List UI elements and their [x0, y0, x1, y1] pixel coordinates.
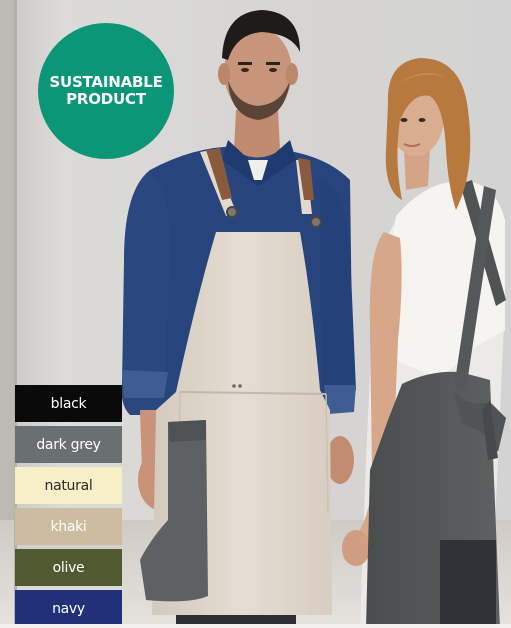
swatch-dark-grey[interactable]: dark grey [15, 426, 122, 463]
swatch-label: khaki [50, 518, 87, 535]
swatch-label: dark grey [36, 436, 101, 453]
swatch-navy[interactable]: navy [15, 590, 122, 627]
badge-line-2: PRODUCT [66, 90, 146, 108]
swatch-label: black [50, 395, 87, 412]
swatch-black[interactable]: black [15, 385, 122, 422]
swatch-natural[interactable]: natural [15, 467, 122, 504]
swatch-label: natural [44, 477, 93, 494]
swatch-label: navy [52, 600, 85, 617]
swatch-khaki[interactable]: khaki [15, 508, 122, 545]
sustainable-product-badge: SUSTAINABLE PRODUCT [38, 23, 174, 159]
product-image: SUSTAINABLE PRODUCT black dark grey natu… [0, 0, 511, 628]
badge-line-1: SUSTAINABLE [49, 73, 163, 91]
colour-swatch-list: black dark grey natural khaki olive navy [15, 385, 122, 628]
bottom-divider [0, 624, 511, 628]
swatch-label: olive [52, 559, 85, 576]
swatch-olive[interactable]: olive [15, 549, 122, 586]
